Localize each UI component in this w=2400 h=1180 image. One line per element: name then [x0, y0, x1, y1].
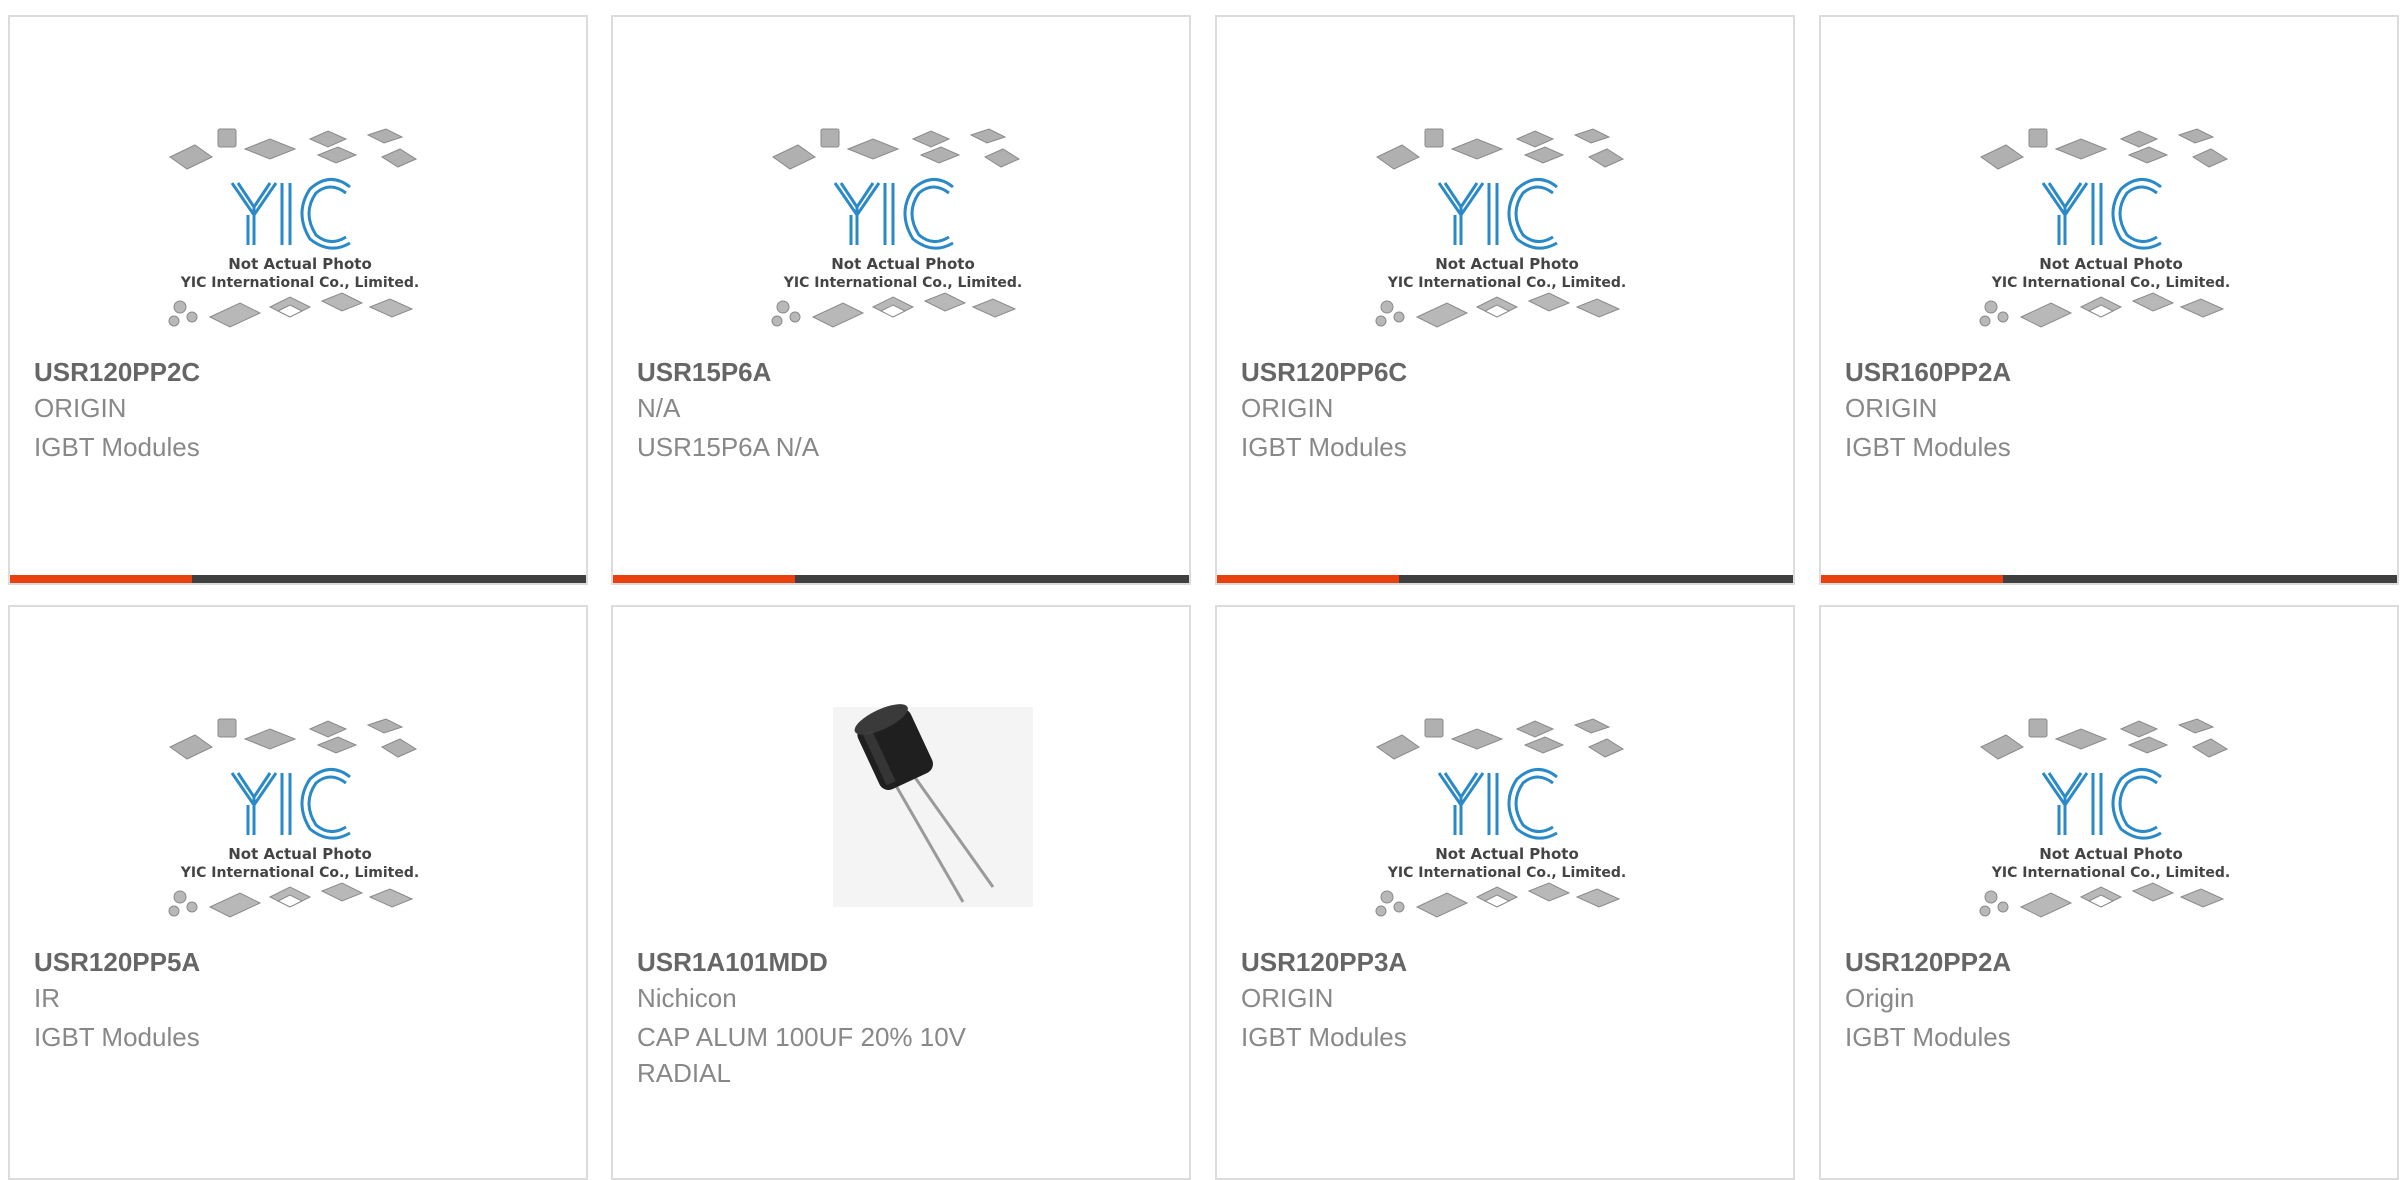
product-grid: Not Actual Photo YIC International Co., …: [0, 0, 2400, 1180]
product-card[interactable]: Not Actual Photo YIC International Co., …: [1215, 605, 1795, 1180]
description: IGBT Modules: [34, 432, 200, 462]
not-actual-photo-graphic: Not Actual Photo YIC International Co., …: [771, 128, 1022, 328]
placeholder-image: Not Actual Photo YIC International Co., …: [753, 97, 1053, 337]
not-actual-photo-graphic: Not Actual Photo YIC International Co., …: [168, 128, 419, 328]
placeholder-image: Not Actual Photo YIC International Co., …: [1357, 687, 1657, 927]
manufacturer: N/A: [637, 393, 681, 423]
product-card[interactable]: Not Actual Photo YIC International Co., …: [611, 15, 1191, 585]
card-bar: [613, 575, 1189, 583]
capacitor-image: [833, 704, 1033, 907]
placeholder-image: Not Actual Photo YIC International Co., …: [1357, 97, 1657, 337]
placeholder-line-2: YIC International Co., Limited.: [1387, 275, 1626, 291]
card-bar: [10, 575, 586, 583]
part-number-link[interactable]: USR120PP5A: [34, 947, 200, 978]
part-number-link[interactable]: USR120PP2A: [1845, 947, 2011, 978]
manufacturer: ORIGIN: [34, 393, 127, 423]
part-number-link[interactable]: USR120PP6C: [1241, 357, 1407, 388]
description: IGBT Modules: [34, 1022, 200, 1052]
placeholder-line-2: YIC International Co., Limited.: [180, 275, 419, 291]
placeholder-line-2: YIC International Co., Limited.: [783, 275, 1022, 291]
description: IGBT Modules: [1241, 432, 1407, 462]
manufacturer: Origin: [1845, 983, 1915, 1013]
part-number-link[interactable]: USR160PP2A: [1845, 357, 2011, 388]
not-actual-photo-graphic: Not Actual Photo YIC International Co., …: [1979, 128, 2230, 328]
placeholder-image: Not Actual Photo YIC International Co., …: [1961, 687, 2261, 927]
placeholder-line-1: Not Actual Photo: [228, 845, 372, 863]
product-card[interactable]: Not Actual Photo YIC International Co., …: [8, 15, 588, 585]
placeholder-line-1: Not Actual Photo: [2039, 845, 2183, 863]
placeholder-line-2: YIC International Co., Limited.: [1991, 865, 2230, 881]
placeholder-line-1: Not Actual Photo: [1435, 255, 1579, 273]
part-number-link[interactable]: USR1A101MDD: [637, 947, 828, 978]
card-bar-accent: [1217, 575, 1399, 583]
manufacturer: ORIGIN: [1845, 393, 1938, 423]
card-bar-accent: [613, 575, 795, 583]
description: IGBT Modules: [1845, 1022, 2011, 1052]
manufacturer: ORIGIN: [1241, 983, 1334, 1013]
placeholder-image: Not Actual Photo YIC International Co., …: [150, 97, 450, 337]
placeholder-line-2: YIC International Co., Limited.: [1991, 275, 2230, 291]
product-card[interactable]: Not Actual Photo YIC International Co., …: [1819, 605, 2399, 1180]
capacitor-photo: [753, 687, 1053, 927]
card-bar: [1821, 575, 2397, 583]
placeholder-image: Not Actual Photo YIC International Co., …: [150, 687, 450, 927]
description: CAP ALUM 100UF 20% 10V RADIAL: [637, 1022, 967, 1088]
manufacturer: ORIGIN: [1241, 393, 1334, 423]
manufacturer: IR: [34, 983, 60, 1013]
part-number-link[interactable]: USR120PP3A: [1241, 947, 1407, 978]
product-card[interactable]: Not Actual Photo YIC International Co., …: [8, 605, 588, 1180]
placeholder-image: Not Actual Photo YIC International Co., …: [1961, 97, 2261, 337]
placeholder-line-2: YIC International Co., Limited.: [1387, 865, 1626, 881]
placeholder-line-1: Not Actual Photo: [1435, 845, 1579, 863]
placeholder-line-1: Not Actual Photo: [831, 255, 975, 273]
card-bar-accent: [1821, 575, 2003, 583]
placeholder-line-1: Not Actual Photo: [2039, 255, 2183, 273]
product-card[interactable]: Not Actual Photo YIC International Co., …: [1215, 15, 1795, 585]
not-actual-photo-graphic: Not Actual Photo YIC International Co., …: [1979, 718, 2230, 918]
placeholder-line-2: YIC International Co., Limited.: [180, 865, 419, 881]
part-number-link[interactable]: USR15P6A: [637, 357, 771, 388]
product-card[interactable]: USR1A101MDD Nichicon CAP ALUM 100UF 20% …: [611, 605, 1191, 1180]
not-actual-photo-graphic: Not Actual Photo YIC International Co., …: [168, 718, 419, 918]
product-card[interactable]: Not Actual Photo YIC International Co., …: [1819, 15, 2399, 585]
card-bar: [1217, 575, 1793, 583]
not-actual-photo-graphic: Not Actual Photo YIC International Co., …: [1375, 718, 1626, 918]
card-bar-accent: [10, 575, 192, 583]
description: USR15P6A N/A: [637, 432, 820, 462]
placeholder-line-1: Not Actual Photo: [228, 255, 372, 273]
description: IGBT Modules: [1845, 432, 2011, 462]
description: IGBT Modules: [1241, 1022, 1407, 1052]
not-actual-photo-graphic: Not Actual Photo YIC International Co., …: [1375, 128, 1626, 328]
part-number-link[interactable]: USR120PP2C: [34, 357, 200, 388]
manufacturer: Nichicon: [637, 983, 737, 1013]
